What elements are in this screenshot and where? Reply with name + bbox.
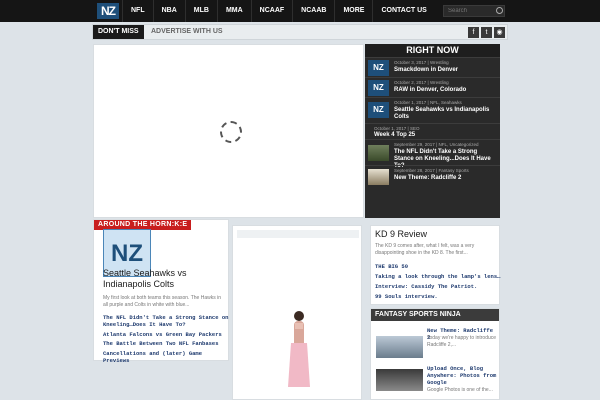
- dont-miss-label: DON'T MISS: [93, 25, 144, 39]
- featured-post-title[interactable]: Seattle Seahawks vs Indianapolis Colts: [103, 268, 228, 290]
- ad-header-strip: [237, 230, 359, 238]
- right-now-item[interactable]: September 29, 2017 | NFL, Uncategorized …: [365, 139, 500, 169]
- item-meta: October 1, 2017 | SEO: [374, 126, 420, 131]
- top-navigation-bar: NZ NFL NBA MLB MMA NCAAF NCAAB MORE CONT…: [0, 0, 600, 22]
- nav-item-ncaab[interactable]: NCAAB: [292, 0, 334, 22]
- thumbnail: NZ: [368, 80, 389, 96]
- kd-related-link[interactable]: Interview: Cassidy The Patriot.: [375, 283, 477, 290]
- kd-review-excerpt: The KD 9 comes after, what I felt, was a…: [375, 243, 475, 256]
- kd-review-title[interactable]: KD 9 Review: [375, 229, 427, 239]
- right-now-item[interactable]: NZ October 1, 2017 | NFL, Seahawks Seatt…: [365, 97, 500, 123]
- nav-item-contact-us[interactable]: CONTACT US: [372, 0, 434, 22]
- post-excerpt: Google Photos is one of the...: [427, 387, 493, 393]
- site-logo[interactable]: NZ: [97, 3, 119, 19]
- item-meta: September 28, 2017 | Fantasy Sports: [394, 168, 469, 173]
- nav-item-more[interactable]: MORE: [334, 0, 372, 22]
- nav-item-mlb[interactable]: MLB: [184, 0, 217, 22]
- featured-post-excerpt: My first look at both teams this season.…: [103, 295, 222, 308]
- related-post-link[interactable]: The Battle Between Two NFL Fanbases: [103, 340, 229, 348]
- nav-item-mma[interactable]: MMA: [216, 0, 251, 22]
- post-title[interactable]: Upload Once, Blog Anywhere: Photos from …: [427, 365, 499, 386]
- thumbnail: [368, 145, 389, 161]
- post-thumbnail[interactable]: [376, 336, 423, 358]
- related-post-link[interactable]: Cancellations and (later) Game Previews: [103, 350, 229, 364]
- post-thumbnail[interactable]: [376, 369, 423, 391]
- related-post-link[interactable]: Atlanta Falcons vs Green Bay Packers: [103, 331, 229, 339]
- right-now-item[interactable]: NZ October 2, 2017 | Wrestling RAW in De…: [365, 77, 500, 97]
- facebook-icon[interactable]: f: [468, 27, 479, 38]
- thumbnail: [368, 169, 389, 185]
- kd-related-link[interactable]: THE BIG 50: [375, 263, 408, 270]
- kd-related-link[interactable]: 99 Souls interview.: [375, 293, 438, 300]
- right-now-panel: RIGHT NOW NZ October 3, 2017 | Wrestling…: [365, 44, 500, 218]
- right-now-item[interactable]: October 1, 2017 | SEO Week 4 Top 25: [365, 123, 500, 139]
- nav-item-ncaaf[interactable]: NCAAF: [250, 0, 293, 22]
- item-title[interactable]: Seattle Seahawks vs Indianapolis Colts: [394, 107, 496, 121]
- right-now-item[interactable]: NZ October 3, 2017 | Wrestling Smackdown…: [365, 57, 500, 77]
- right-now-item[interactable]: September 28, 2017 | Fantasy Sports New …: [365, 165, 500, 187]
- item-meta: October 2, 2017 | Wrestling: [394, 80, 449, 85]
- main-nav: NFL NBA MLB MMA NCAAF NCAAB MORE CONTACT…: [122, 0, 435, 22]
- advertisement-image[interactable]: [284, 309, 314, 391]
- thumbnail: NZ: [368, 60, 389, 76]
- nav-item-nba[interactable]: NBA: [152, 0, 185, 22]
- twitter-icon[interactable]: t: [481, 27, 492, 38]
- kd-related-link[interactable]: Taking a look through the lamp's lens…: [375, 273, 500, 280]
- nav-item-nfl[interactable]: NFL: [122, 0, 153, 22]
- ticker-link[interactable]: ADVERTISE WITH US: [151, 25, 223, 39]
- section-title: FANTASY SPORTS NINJA: [371, 309, 499, 321]
- item-meta: September 29, 2017 | NFL, Uncategorized: [394, 142, 479, 147]
- loading-spinner-icon: [220, 121, 242, 143]
- item-meta: October 3, 2017 | Wrestling: [394, 60, 449, 65]
- fantasy-sports-ninja-box: FANTASY SPORTS NINJA New Theme: Radcliff…: [370, 308, 500, 400]
- item-title[interactable]: New Theme: Radcliffe 2: [394, 175, 496, 182]
- right-now-title: RIGHT NOW: [365, 44, 500, 57]
- related-post-link[interactable]: The NFL Didn't Take a Strong Stance on K…: [103, 314, 229, 328]
- item-meta: October 1, 2017 | NFL, Seahawks: [394, 100, 462, 105]
- rss-icon[interactable]: ◉: [494, 27, 505, 38]
- post-excerpt: Today we're happy to introduce Radcliffe…: [427, 335, 497, 348]
- thumbnail: NZ: [368, 102, 389, 118]
- search-icon[interactable]: [496, 7, 503, 14]
- dont-miss-bar: DON'T MISS ADVERTISE WITH US f t ◉: [92, 24, 508, 40]
- item-title[interactable]: RAW in Denver, Colorado: [394, 87, 496, 94]
- item-title[interactable]: Smackdown in Denver: [394, 67, 496, 74]
- item-title[interactable]: Week 4 Top 25: [374, 132, 476, 139]
- featured-slider[interactable]: [93, 44, 364, 218]
